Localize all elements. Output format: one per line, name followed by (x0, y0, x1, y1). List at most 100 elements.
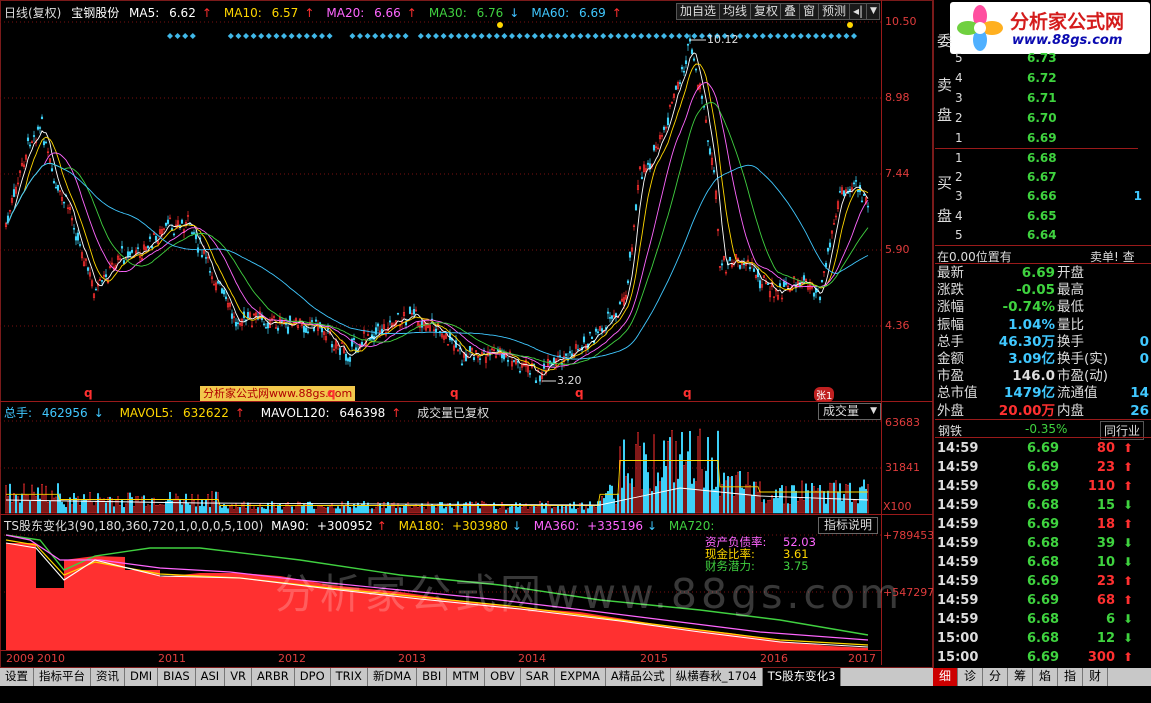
event-marker[interactable]: q (683, 386, 692, 400)
volume-bar (815, 490, 817, 514)
candle-body (374, 327, 378, 335)
volume-bar (725, 480, 727, 514)
chart-area[interactable]: 日线(复权) 宝钢股份 MA5: 6.62 ↑ MA10: 6.57 ↑ MA20: 6… (0, 0, 934, 668)
indicator-tab[interactable]: VR (225, 668, 253, 686)
volume-bar (95, 500, 97, 514)
indicator-tab[interactable]: TRIX (331, 668, 368, 686)
indicator-tab[interactable]: ASI (196, 668, 226, 686)
volume-bar (331, 503, 333, 514)
indicator-tab[interactable]: ARBR (252, 668, 295, 686)
volume-bar (697, 436, 699, 514)
ma-item: MA20: 6.66 ↑ (326, 6, 422, 20)
volume-bar (747, 472, 749, 514)
candle-body (838, 191, 842, 193)
logo-title: 分析家公式网 (1010, 11, 1125, 33)
ask-row[interactable]: 1 6.69 (955, 129, 1145, 147)
volume-bar (19, 502, 21, 514)
indicator-tab[interactable]: 指标平台 (34, 668, 91, 686)
arrow-down-icon: ↓ (511, 519, 522, 533)
panel-tab[interactable]: 细 (933, 668, 958, 686)
volume-bar (233, 509, 235, 514)
volume-bar (311, 503, 313, 514)
bid-row[interactable]: 4 6.65 (955, 207, 1145, 225)
indicator-tab[interactable]: 设置 (0, 668, 34, 686)
event-marker-badge[interactable]: 张1 (814, 387, 835, 402)
bid-price: 6.64 (1027, 227, 1057, 242)
volume-bar (609, 484, 611, 514)
ask-row[interactable]: 2 6.70 (955, 109, 1145, 127)
collapse-panel-icon[interactable]: ◂| (849, 3, 867, 20)
toolbar-button[interactable]: 预测 (818, 3, 851, 20)
indicator-tab[interactable]: BIAS (158, 668, 196, 686)
tick-price: 6.68 (1027, 555, 1060, 570)
toolbar-button[interactable]: 窗 (799, 3, 820, 20)
indicator-help-button[interactable]: 指标说明 (818, 517, 878, 534)
candle-body (652, 144, 656, 151)
bid-row[interactable]: 3 6.66 1 (955, 187, 1145, 205)
volume-bar (685, 461, 687, 514)
event-marker[interactable]: q (575, 386, 584, 400)
volume-bar (497, 509, 499, 514)
volume-bar (649, 488, 651, 514)
event-marker[interactable]: q (327, 386, 336, 400)
indicator-tab[interactable]: BBI (417, 668, 448, 686)
year-label: 2009 (6, 652, 34, 665)
candle-body (826, 248, 830, 252)
candle-body (330, 344, 334, 348)
signal-diamond (782, 33, 789, 39)
toolbar-button[interactable]: 复权 (750, 3, 783, 20)
indicator-tab[interactable]: TS股东变化3 (762, 668, 842, 686)
volume-bar (35, 496, 37, 514)
toolbar-button[interactable]: 均线 (719, 3, 752, 20)
event-marker[interactable]: q (84, 386, 93, 400)
volume-bar (97, 493, 99, 514)
indicator-tab[interactable]: DPO (295, 668, 331, 686)
indicator-tab[interactable]: A精品公式 (606, 668, 671, 686)
toolbar-button[interactable]: 加自选 (676, 3, 721, 20)
panel-tab[interactable]: 诊 (958, 668, 983, 686)
indicator-tab[interactable]: SAR (521, 668, 555, 686)
panel-tab[interactable]: 分 (983, 668, 1008, 686)
volume-bar (689, 430, 691, 514)
panel-tab[interactable]: 财 (1083, 668, 1108, 686)
volume-bar (843, 493, 845, 514)
indicator-tab[interactable]: EXPMA (555, 668, 606, 686)
bid-row[interactable]: 2 6.67 (955, 168, 1145, 186)
ask-row[interactable]: 3 6.71 (955, 89, 1145, 107)
volume-bar (293, 509, 295, 514)
indicator-tab[interactable]: 新DMA (368, 668, 418, 686)
candle-body (866, 205, 870, 208)
event-marker[interactable]: q (450, 386, 459, 400)
ask-row[interactable]: 4 6.72 (955, 69, 1145, 87)
indicator-tab[interactable]: 纵横春秋_1704 (671, 668, 763, 686)
chevron-down-icon[interactable]: ▼ (866, 3, 880, 20)
toolbar-button[interactable]: 叠 (780, 3, 801, 20)
candle-body (36, 126, 40, 130)
indicator-tab[interactable]: OBV (485, 668, 521, 686)
volume-bar (709, 490, 711, 514)
indicator-tab[interactable]: 资讯 (91, 668, 125, 686)
status-strip (0, 686, 1151, 703)
candle-body (712, 170, 716, 173)
volume-bar (449, 503, 451, 514)
signal-diamond (790, 33, 797, 39)
panel-tab[interactable]: 指 (1058, 668, 1083, 686)
volume-bar (197, 494, 199, 514)
volume-bar (329, 506, 331, 514)
candle-body (748, 266, 752, 270)
volume-indicator-dropdown[interactable]: 成交量 ▼ (818, 403, 881, 420)
ask-row[interactable]: 5 6.73 (955, 49, 1145, 67)
volume-bar (79, 504, 81, 514)
bid-row[interactable]: 5 6.64 (955, 226, 1145, 244)
candle-body (692, 58, 696, 61)
panel-tab[interactable]: 焰 (1033, 668, 1058, 686)
volume-bar (71, 504, 73, 514)
volume-bar (547, 500, 549, 514)
bid-row[interactable]: 1 6.68 (955, 149, 1145, 167)
indicator-tab[interactable]: DMI (125, 668, 159, 686)
stock-name[interactable]: 宝钢股份 (71, 6, 119, 20)
volume-bar (29, 501, 31, 514)
tick-time: 15:00 (937, 650, 979, 665)
indicator-tab[interactable]: MTM (447, 668, 486, 686)
panel-tab[interactable]: 筹 (1008, 668, 1033, 686)
